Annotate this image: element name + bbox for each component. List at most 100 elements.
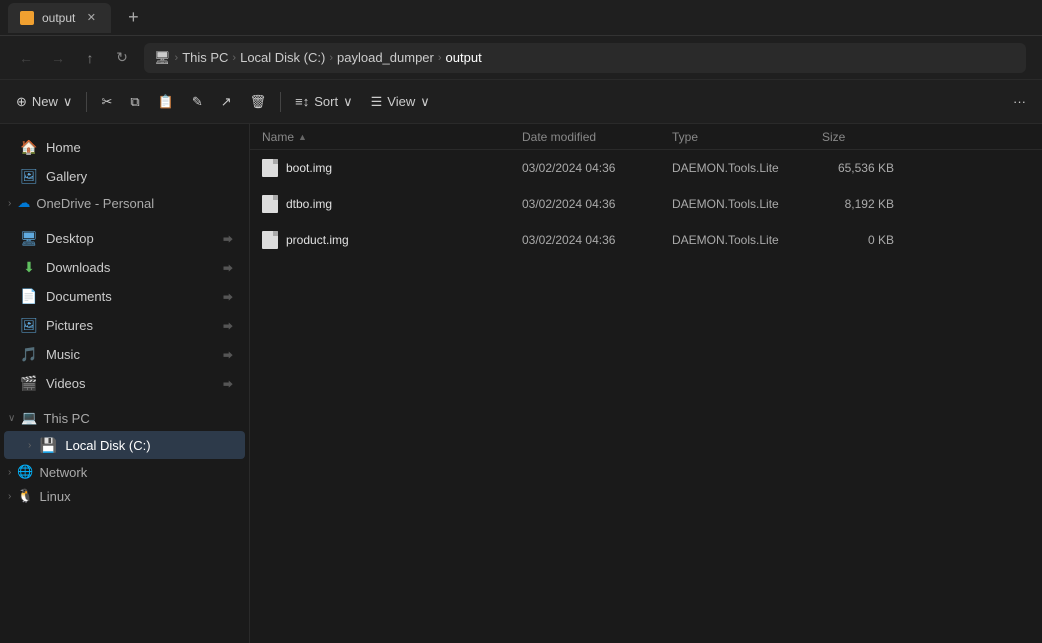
linux-icon: 🐧: [17, 488, 33, 504]
back-button[interactable]: ←: [12, 44, 40, 72]
sidebar-item-videos[interactable]: 🎬 Videos ⮕: [4, 369, 245, 397]
breadcrumb-output[interactable]: output: [446, 50, 482, 65]
title-bar: output ✕ +: [0, 0, 1042, 36]
documents-pin-icon: ⮕: [223, 289, 233, 304]
sidebar-item-home-label: Home: [46, 140, 81, 155]
file-name-product: product.img: [258, 231, 518, 249]
column-date-modified[interactable]: Date modified: [518, 130, 668, 144]
desktop-icon: 🖥: [20, 229, 38, 247]
more-options-button[interactable]: ···: [1005, 87, 1034, 117]
network-icon: 🌐: [17, 464, 33, 480]
linux-chevron-icon: ›: [8, 491, 11, 502]
file-name-label-dtbo: dtbo.img: [286, 197, 332, 211]
column-type-label: Type: [672, 130, 698, 144]
delete-button[interactable]: 🗑: [242, 87, 275, 117]
sidebar-item-music-label: Music: [46, 347, 80, 362]
sidebar: 🏠 Home 🖼 Gallery › ☁ OneDrive - Personal…: [0, 124, 250, 643]
new-tab-button[interactable]: +: [119, 4, 147, 32]
sort-button[interactable]: ≡↕ Sort ∨: [287, 87, 360, 117]
sidebar-item-documents[interactable]: 📄 Documents ⮕: [4, 282, 245, 310]
rename-button[interactable]: ✎: [184, 87, 211, 117]
share-icon: ↗: [221, 94, 232, 110]
table-row[interactable]: product.img 03/02/2024 04:36 DAEMON.Tool…: [250, 222, 1042, 258]
music-icon: 🎵: [20, 345, 38, 363]
sidebar-item-network-label: Network: [40, 465, 88, 480]
file-list: boot.img 03/02/2024 04:36 DAEMON.Tools.L…: [250, 150, 1042, 643]
file-icon-dtbo: [262, 195, 278, 213]
file-name-boot: boot.img: [258, 159, 518, 177]
downloads-pin-icon: ⮕: [223, 260, 233, 275]
delete-icon: 🗑: [250, 94, 267, 110]
sidebar-item-pictures[interactable]: 🖼 Pictures ⮕: [4, 311, 245, 339]
sidebar-item-local-disk[interactable]: › 💾 Local Disk (C:): [4, 431, 245, 459]
file-date-dtbo: 03/02/2024 04:36: [518, 197, 668, 211]
forward-button[interactable]: →: [44, 44, 72, 72]
sidebar-item-network[interactable]: › 🌐 Network: [0, 460, 249, 484]
sidebar-item-onedrive-label: OneDrive - Personal: [36, 196, 154, 211]
table-row[interactable]: boot.img 03/02/2024 04:36 DAEMON.Tools.L…: [250, 150, 1042, 186]
table-row[interactable]: dtbo.img 03/02/2024 04:36 DAEMON.Tools.L…: [250, 186, 1042, 222]
view-icon: ☰: [371, 94, 383, 110]
file-area: Name ▲ Date modified Type Size boot.img …: [250, 124, 1042, 643]
sidebar-item-music[interactable]: 🎵 Music ⮕: [4, 340, 245, 368]
home-icon: 🏠: [20, 138, 38, 156]
tab-label: output: [42, 11, 75, 25]
file-name-dtbo: dtbo.img: [258, 195, 518, 213]
sidebar-item-linux[interactable]: › 🐧 Linux: [0, 484, 249, 508]
column-size-label: Size: [822, 130, 845, 144]
refresh-button[interactable]: ↻: [108, 44, 136, 72]
gallery-icon: 🖼: [20, 167, 38, 185]
file-icon-boot: [262, 159, 278, 177]
network-chevron-icon: ›: [8, 467, 11, 478]
file-date-boot: 03/02/2024 04:36: [518, 161, 668, 175]
file-type-product: DAEMON.Tools.Lite: [668, 233, 818, 247]
breadcrumb-this-pc[interactable]: This PC: [182, 50, 228, 65]
toolbar-separator-2: [280, 92, 281, 112]
local-disk-icon: 💾: [39, 436, 57, 454]
rename-icon: ✎: [192, 94, 203, 110]
sidebar-item-downloads[interactable]: ⬇ Downloads ⮕: [4, 253, 245, 281]
column-size[interactable]: Size: [818, 130, 898, 144]
column-name-label: Name: [262, 130, 294, 144]
sidebar-item-home[interactable]: 🏠 Home: [4, 133, 245, 161]
column-name-sort-icon: ▲: [298, 132, 307, 142]
videos-icon: 🎬: [20, 374, 38, 392]
cut-button[interactable]: ✂: [93, 87, 120, 117]
sidebar-item-onedrive[interactable]: › ☁ OneDrive - Personal: [0, 191, 249, 215]
share-button[interactable]: ↗: [213, 87, 240, 117]
column-type[interactable]: Type: [668, 130, 818, 144]
music-pin-icon: ⮕: [223, 347, 233, 362]
pictures-pin-icon: ⮕: [223, 318, 233, 333]
file-size-product: 0 KB: [818, 233, 898, 247]
view-chevron-icon: ∨: [420, 94, 430, 110]
column-date-label: Date modified: [522, 130, 596, 144]
tab-close-button[interactable]: ✕: [83, 10, 99, 26]
file-icon-product: [262, 231, 278, 249]
view-button[interactable]: ☰ View ∨: [363, 87, 438, 117]
copy-button[interactable]: ⧉: [122, 87, 147, 117]
downloads-icon: ⬇: [20, 258, 38, 276]
sidebar-item-this-pc[interactable]: ∨ 💻 This PC: [0, 406, 249, 430]
breadcrumb-bar: 🖥 › This PC › Local Disk (C:) › payload_…: [144, 43, 1026, 73]
sidebar-item-gallery[interactable]: 🖼 Gallery: [4, 162, 245, 190]
paste-button[interactable]: 📋: [150, 87, 182, 117]
file-date-product: 03/02/2024 04:36: [518, 233, 668, 247]
breadcrumb-local-disk[interactable]: Local Disk (C:): [240, 50, 325, 65]
paste-icon: 📋: [158, 94, 174, 110]
view-label: View: [387, 94, 415, 109]
this-pc-chevron-icon: ∨: [8, 413, 15, 424]
onedrive-chevron-icon: ›: [8, 198, 11, 209]
new-button[interactable]: ⊕ New ∨: [8, 87, 80, 117]
copy-icon: ⧉: [130, 94, 139, 110]
sort-label: Sort: [314, 94, 338, 109]
up-button[interactable]: ↑: [76, 44, 104, 72]
breadcrumb-payload-dumper[interactable]: payload_dumper: [337, 50, 434, 65]
column-name[interactable]: Name ▲: [258, 130, 518, 144]
sidebar-item-desktop[interactable]: 🖥 Desktop ⮕: [4, 224, 245, 252]
active-tab[interactable]: output ✕: [8, 3, 111, 33]
sidebar-item-gallery-label: Gallery: [46, 169, 87, 184]
desktop-pin-icon: ⮕: [223, 231, 233, 246]
sidebar-item-documents-label: Documents: [46, 289, 112, 304]
documents-icon: 📄: [20, 287, 38, 305]
this-pc-icon: 💻: [21, 410, 37, 426]
